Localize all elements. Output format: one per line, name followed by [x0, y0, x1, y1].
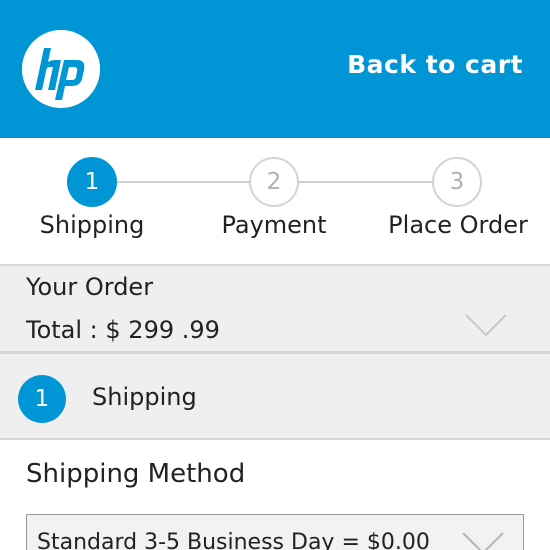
order-total: Total : $ 299 .99 — [26, 316, 220, 344]
shipping-method-heading: Shipping Method — [26, 459, 246, 489]
order-summary-toggle[interactable]: Your Order Total : $ 299 .99 — [0, 266, 550, 354]
shipping-section-header: 1 Shipping — [0, 354, 550, 440]
section-title: Shipping — [92, 383, 197, 411]
step-2-label: Payment — [221, 211, 327, 239]
chevron-down-icon — [461, 531, 505, 550]
order-summary-title: Your Order — [26, 273, 154, 301]
shipping-method-value: Standard 3-5 Business Day = $0.00 — [37, 530, 430, 550]
step-3-label: Place Order — [388, 211, 528, 239]
shipping-method-select[interactable]: Standard 3-5 Business Day = $0.00 — [26, 514, 524, 550]
step-3-circle[interactable]: 3 — [432, 157, 482, 207]
back-to-cart-link[interactable]: Back to cart — [347, 50, 523, 79]
chevron-down-icon[interactable] — [464, 313, 508, 337]
checkout-stepper: 1 2 3 Shipping Payment Place Order — [0, 138, 550, 266]
step-connector — [298, 181, 435, 183]
step-1-circle[interactable]: 1 — [67, 157, 117, 207]
section-step-badge: 1 — [18, 375, 66, 423]
step-1-label: Shipping — [39, 211, 145, 239]
step-2-circle[interactable]: 2 — [249, 157, 299, 207]
hp-logo[interactable] — [22, 30, 100, 108]
app-header: Back to cart — [0, 0, 550, 138]
step-connector — [115, 181, 250, 183]
hp-logo-icon — [22, 30, 100, 108]
